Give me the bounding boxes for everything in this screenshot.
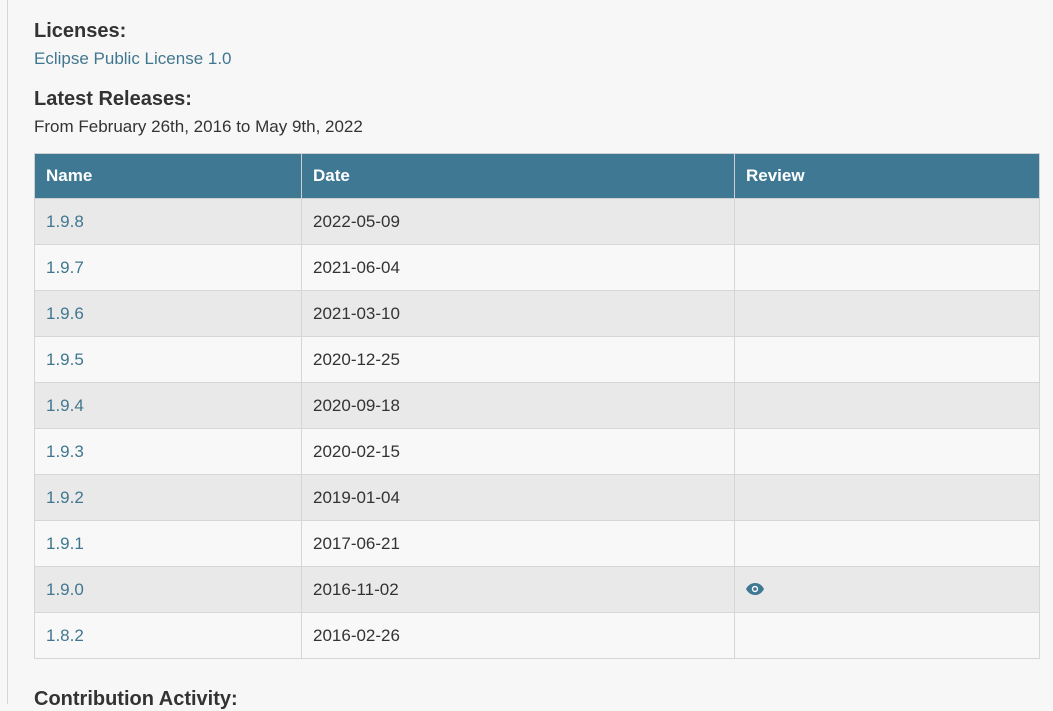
table-row: 1.9.1 2017-06-21 [34, 520, 1040, 567]
release-date-range: From February 26th, 2016 to May 9th, 202… [34, 117, 363, 136]
release-review-cell [734, 612, 1040, 659]
release-date-cell: 2022-05-09 [301, 198, 735, 245]
table-row: 1.9.2 2019-01-04 [34, 474, 1040, 521]
release-review-cell [734, 336, 1040, 383]
column-header-review[interactable]: Review [734, 153, 1040, 199]
release-date-cell: 2020-09-18 [301, 382, 735, 429]
latest-releases-heading: Latest Releases: [34, 88, 192, 110]
table-row: 1.9.8 2022-05-09 [34, 198, 1040, 245]
table-row: 1.8.2 2016-02-26 [34, 612, 1040, 659]
release-date-cell: 2021-06-04 [301, 244, 735, 291]
release-review-cell [734, 198, 1040, 245]
release-date-cell: 2021-03-10 [301, 290, 735, 337]
release-date-cell: 2016-11-02 [301, 566, 735, 613]
release-version-link[interactable]: 1.9.0 [46, 580, 84, 599]
table-row: 1.9.0 2016-11-02 [34, 566, 1040, 613]
release-name-cell: 1.9.0 [34, 566, 302, 613]
release-version-link[interactable]: 1.9.2 [46, 488, 84, 507]
releases-table: Name Date Review 1.9.8 2022-05-09 1.9.7 202… [34, 153, 1040, 659]
column-header-date[interactable]: Date [301, 153, 735, 199]
release-version-link[interactable]: 1.9.4 [46, 396, 84, 415]
release-name-cell: 1.9.1 [34, 520, 302, 567]
release-date-cell: 2017-06-21 [301, 520, 735, 567]
release-name-cell: 1.8.2 [34, 612, 302, 659]
table-row: 1.9.6 2021-03-10 [34, 290, 1040, 337]
table-row: 1.9.5 2020-12-25 [34, 336, 1040, 383]
release-review-cell [734, 474, 1040, 521]
release-date-cell: 2016-02-26 [301, 612, 735, 659]
table-row: 1.9.7 2021-06-04 [34, 244, 1040, 291]
releases-table-body: 1.9.8 2022-05-09 1.9.7 2021-06-04 1.9.6 2021-… [34, 198, 1040, 659]
release-date-cell: 2020-02-15 [301, 428, 735, 475]
release-name-cell: 1.9.6 [34, 290, 302, 337]
release-name-cell: 1.9.5 [34, 336, 302, 383]
release-version-link[interactable]: 1.9.8 [46, 212, 84, 231]
left-divider [7, 0, 8, 704]
column-header-name[interactable]: Name [34, 153, 302, 199]
release-review-cell [734, 244, 1040, 291]
release-name-cell: 1.9.3 [34, 428, 302, 475]
eye-icon[interactable] [746, 580, 764, 600]
contribution-activity-heading: Contribution Activity: [34, 688, 238, 710]
table-header-row: Name Date Review [34, 153, 1040, 199]
release-date-cell: 2020-12-25 [301, 336, 735, 383]
licenses-heading: Licenses: [34, 20, 127, 42]
table-row: 1.9.4 2020-09-18 [34, 382, 1040, 429]
release-review-cell [734, 520, 1040, 567]
release-review-cell [734, 382, 1040, 429]
release-version-link[interactable]: 1.9.5 [46, 350, 84, 369]
release-review-cell [734, 428, 1040, 475]
release-version-link[interactable]: 1.9.6 [46, 304, 84, 323]
release-version-link[interactable]: 1.8.2 [46, 626, 84, 645]
table-row: 1.9.3 2020-02-15 [34, 428, 1040, 475]
release-version-link[interactable]: 1.9.3 [46, 442, 84, 461]
release-version-link[interactable]: 1.9.7 [46, 258, 84, 277]
license-link[interactable]: Eclipse Public License 1.0 [34, 49, 232, 69]
release-version-link[interactable]: 1.9.1 [46, 534, 84, 553]
release-name-cell: 1.9.8 [34, 198, 302, 245]
release-name-cell: 1.9.7 [34, 244, 302, 291]
release-name-cell: 1.9.2 [34, 474, 302, 521]
release-review-cell [734, 290, 1040, 337]
release-name-cell: 1.9.4 [34, 382, 302, 429]
release-review-cell [734, 566, 1040, 613]
release-date-cell: 2019-01-04 [301, 474, 735, 521]
